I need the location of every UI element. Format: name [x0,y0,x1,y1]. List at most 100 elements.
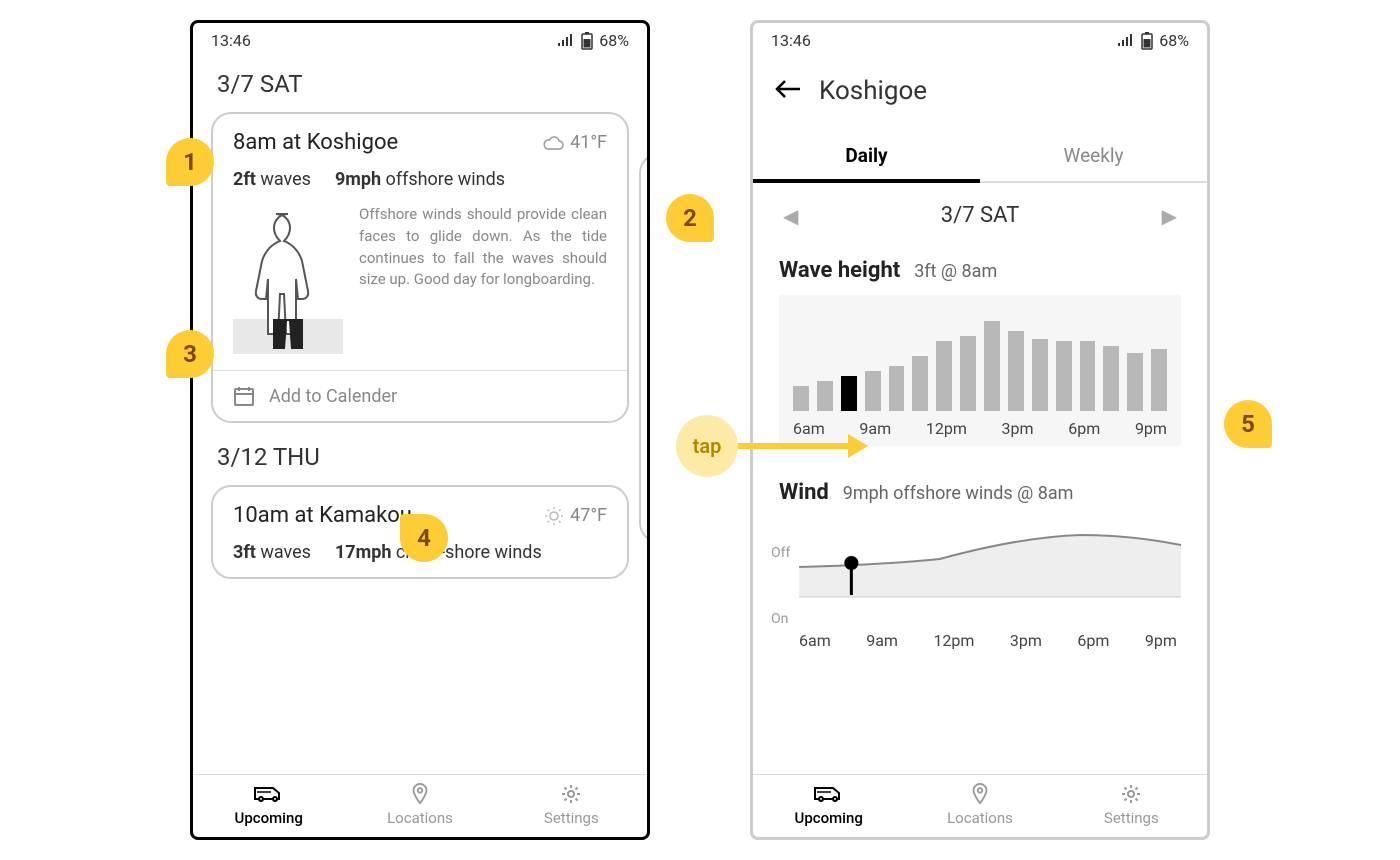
card-stats: 2ft waves 9mph offshore winds [213,163,627,204]
wave-bar[interactable] [1103,346,1119,411]
nav-label: Settings [544,809,599,827]
battery-percent: 68% [599,31,629,50]
wind-subtitle: 9mph offshore winds @ 8am [843,483,1074,504]
wave-height: 3ft [233,542,256,563]
status-icons: 68% [1117,31,1189,50]
signal-icon [1117,34,1135,48]
wind-x-axis: 6am9am12pm3pm6pm9pm [779,631,1181,650]
wave-bar[interactable] [912,356,928,411]
bottom-nav: Upcoming Locations Settings [753,774,1207,837]
prev-day-button[interactable]: ◀ [783,204,798,228]
status-time: 13:46 [771,31,811,50]
wind-speed: 9mph [335,169,381,190]
card-title: 10am at Kamakou [233,503,412,528]
status-bar: 13:46 68% [753,23,1207,58]
battery-icon [1141,32,1153,50]
annotation-3: 3 [166,330,214,378]
nav-locations[interactable]: Locations [344,783,495,827]
annotation-1: 1 [166,138,214,186]
wave-bar[interactable] [1127,353,1143,411]
gear-icon [560,783,582,805]
calendar-icon [233,385,255,407]
date-navigator: ◀ 3/7 SAT ▶ [753,183,1207,248]
nav-label: Upcoming [235,809,303,827]
wave-bar[interactable] [889,366,905,411]
wave-bar[interactable] [1151,349,1167,411]
nav-settings[interactable]: Settings [1056,783,1207,827]
add-to-calendar-button[interactable]: Add to Calender [213,370,627,421]
person-wave-figure [233,204,343,354]
van-icon [253,783,285,805]
arrow-icon [738,426,868,466]
wind-chart[interactable]: Off On 6am9am12pm3pm6pm9pm [779,517,1181,627]
phone-upcoming-screen: 13:46 68% 3/7 SAT 8am at Koshigoe 41°F [190,20,650,840]
current-date: 3/7 SAT [941,203,1019,228]
date-header-1: 3/7 SAT [217,70,629,98]
wave-height-subtitle: 3ft @ 8am [914,261,997,282]
wave-bar[interactable] [1056,341,1072,411]
status-bar: 13:46 68% [193,23,647,58]
mockup-stage: 1 2 3 4 5 tap 13:46 68% 3/7 SAT 8am at K… [190,20,1210,840]
wave-height: 2ft [233,169,256,190]
wave-bar[interactable] [960,336,976,411]
add-calendar-label: Add to Calender [269,386,397,407]
tap-label: tap [676,415,738,477]
forecast-description: Offshore winds should provide clean face… [359,204,607,354]
nav-label: Locations [387,809,453,827]
wave-bar[interactable] [936,341,952,411]
nav-locations[interactable]: Locations [904,783,1055,827]
detail-header: Koshigoe [753,58,1207,124]
card-weather: 47°F [544,505,607,526]
next-day-button[interactable]: ▶ [1162,204,1177,228]
pin-icon [410,783,430,805]
arrow-left-icon [775,79,801,99]
bottom-nav: Upcoming Locations Settings [193,774,647,837]
tab-daily[interactable]: Daily [753,130,980,181]
nav-label: Locations [947,809,1013,827]
wave-bar[interactable] [865,371,881,411]
nav-settings[interactable]: Settings [496,783,647,827]
annotation-2: 2 [666,194,714,242]
cloud-icon [542,135,564,151]
battery-percent: 68% [1159,31,1189,50]
nav-label: Settings [1104,809,1159,827]
nav-upcoming[interactable]: Upcoming [193,783,344,827]
wave-bar[interactable] [1032,339,1048,411]
wind-title: Wind [779,480,829,505]
annotation-5: 5 [1224,400,1272,448]
upcoming-content[interactable]: 3/7 SAT 8am at Koshigoe 41°F 2ft waves 9… [193,58,647,774]
temp-value: 47°F [570,505,607,526]
wave-bar[interactable] [817,381,833,411]
gear-icon [1120,783,1142,805]
signal-icon [557,34,575,48]
card-weather: 41°F [542,132,607,153]
annotation-4: 4 [400,514,448,562]
sun-icon [544,506,564,526]
temp-value: 41°F [570,132,607,153]
status-time: 13:46 [211,31,251,50]
pin-icon [970,783,990,805]
wave-bar[interactable] [1008,331,1024,411]
wave-height-title: Wave height [779,258,900,283]
card-title: 8am at Koshigoe [233,130,398,155]
van-icon [813,783,845,805]
tap-indicator: tap [676,415,868,477]
forecast-card-koshigoe[interactable]: 8am at Koshigoe 41°F 2ft waves 9mph offs… [211,112,629,423]
wind-section: Wind 9mph offshore winds @ 8am Off On 6a… [753,470,1207,627]
wave-bar[interactable] [1080,341,1096,411]
date-header-2: 3/12 THU [217,443,629,471]
wave-bar[interactable] [841,376,857,411]
forecast-tabs: Daily Weekly [753,130,1207,183]
battery-icon [581,32,593,50]
tab-weekly[interactable]: Weekly [980,130,1207,181]
wind-on-label: On [771,611,790,627]
wind-off-label: Off [771,545,790,561]
nav-upcoming[interactable]: Upcoming [753,783,904,827]
status-icons: 68% [557,31,629,50]
wave-bar[interactable] [793,386,809,411]
wave-bar[interactable] [984,321,1000,411]
nav-label: Upcoming [795,809,863,827]
location-title: Koshigoe [819,76,927,106]
peek-next-card[interactable] [639,153,647,543]
back-button[interactable] [775,76,801,106]
